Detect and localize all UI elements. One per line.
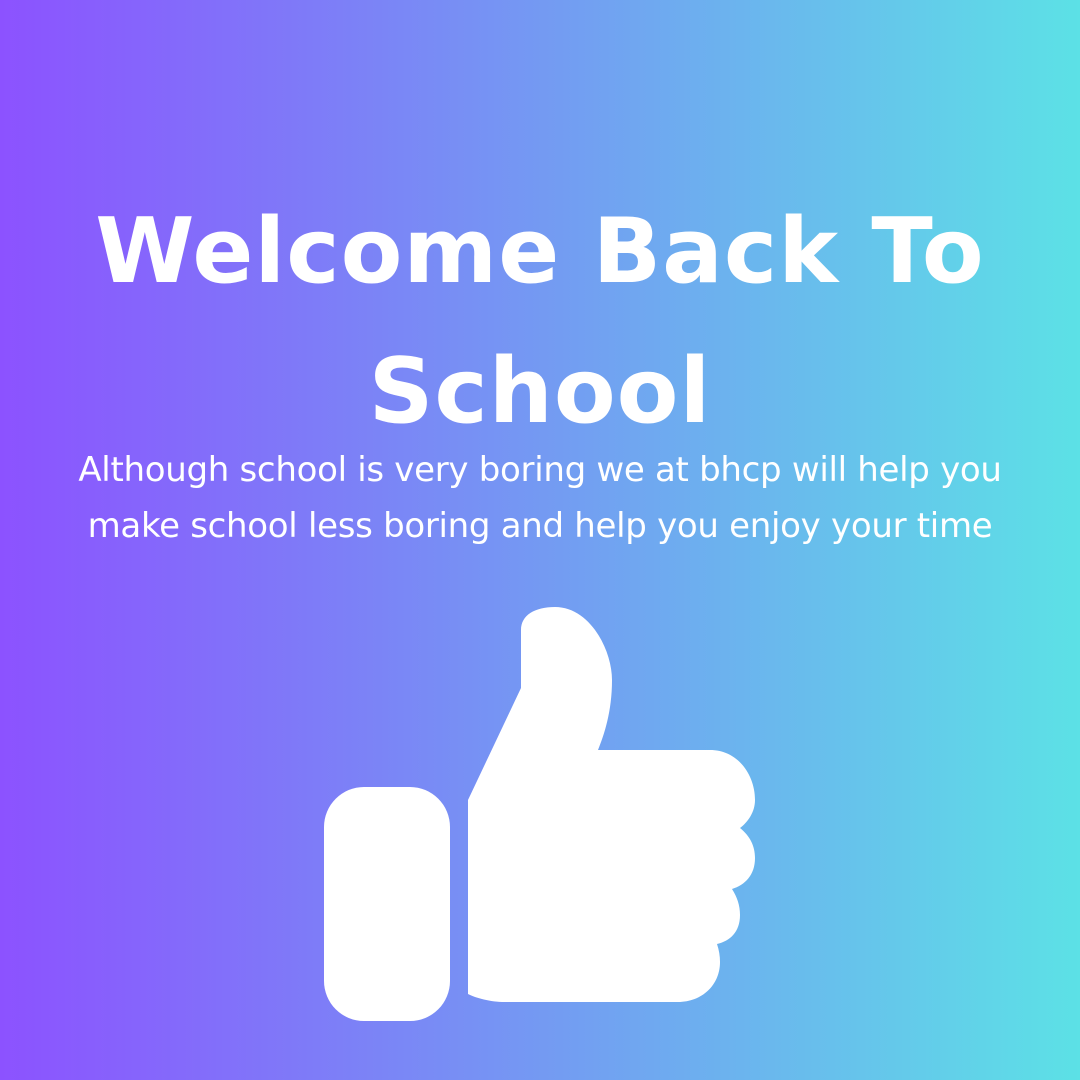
thumbs-up-icon <box>324 607 755 1021</box>
poster: Welcome Back To School Although school i… <box>0 0 1080 1080</box>
message-line-2: make school less boring and help you enj… <box>87 506 993 546</box>
welcome-message: Although school is very boring we at bhc… <box>0 442 1080 554</box>
thumbs-up-hand <box>468 607 755 1002</box>
headline: Welcome Back To School <box>0 182 1080 462</box>
headline-line-1: Welcome Back To <box>95 199 985 304</box>
headline-line-2: School <box>368 339 712 444</box>
message-line-1: Although school is very boring we at bhc… <box>78 450 1002 490</box>
thumbs-up-cuff <box>324 787 450 1021</box>
